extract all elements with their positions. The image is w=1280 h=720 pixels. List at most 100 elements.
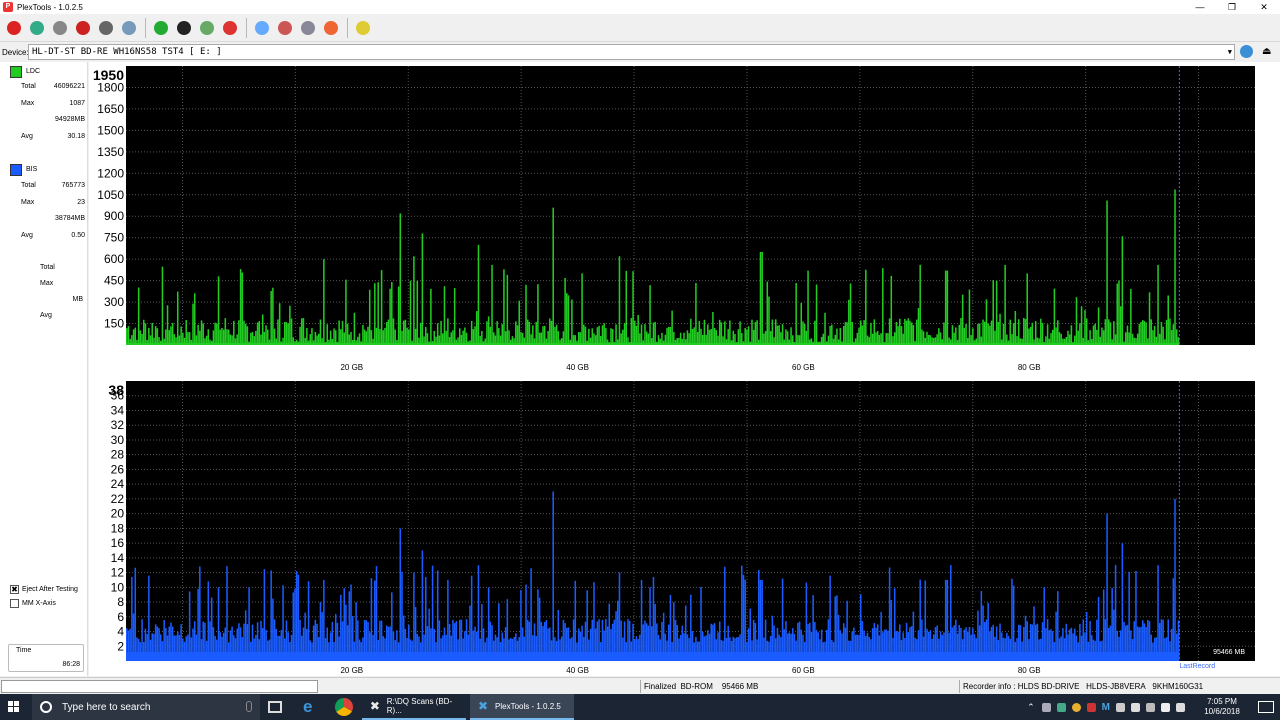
- ldc-bar: [644, 324, 646, 345]
- ldc-bar: [300, 318, 303, 345]
- ldc-bar: [462, 330, 464, 345]
- ldc-bar: [306, 328, 308, 345]
- wand-button[interactable]: [26, 17, 48, 39]
- taskbar-task-explorer[interactable]: ✖ R:\DQ Scans (BD-R)...: [362, 694, 466, 720]
- tray-battery-icon[interactable]: [1131, 702, 1140, 712]
- status-media: BD-ROM: [680, 682, 713, 691]
- ldc-bar: [1152, 330, 1154, 345]
- ldc-bar: [227, 329, 230, 345]
- eject-button[interactable]: [196, 17, 218, 39]
- ldc-bar: [338, 320, 340, 345]
- tray-wifi-icon[interactable]: [1161, 702, 1170, 712]
- settings-disc-button[interactable]: [297, 17, 319, 39]
- ldc-bar: [1094, 323, 1096, 345]
- ldc-bar: [671, 310, 673, 345]
- ldc-bar: [912, 325, 915, 345]
- erase-button[interactable]: [274, 17, 296, 39]
- tray-volume-icon[interactable]: [1176, 702, 1185, 712]
- ldc-max-position: 94928MB: [55, 116, 85, 123]
- bis-bar: [652, 577, 655, 661]
- ldc-label: LDC: [26, 68, 41, 75]
- stop-button[interactable]: [219, 17, 241, 39]
- restore-button[interactable]: ❐: [1216, 0, 1248, 14]
- bis-bar: [210, 597, 213, 661]
- taskbar-task-plextools[interactable]: ✖ PlexTools - 1.0.2.5: [470, 694, 574, 720]
- ldc-bar: [904, 318, 906, 345]
- bis-bar: [272, 598, 274, 661]
- ldc-bar: [863, 320, 865, 345]
- mm-x-axis-checkbox[interactable]: [10, 599, 19, 608]
- power-button[interactable]: [3, 17, 25, 39]
- ldc-bar: [921, 329, 923, 345]
- drive-config-button[interactable]: [118, 17, 140, 39]
- bis-bar: [525, 584, 527, 661]
- ldc-bar: [319, 319, 322, 345]
- ldc-bar: [858, 327, 860, 345]
- tray-m-icon[interactable]: M: [1102, 702, 1110, 713]
- minimize-button[interactable]: —: [1184, 0, 1216, 14]
- toolbar-separator: [246, 17, 247, 38]
- bis-color-swatch[interactable]: [10, 164, 22, 176]
- refresh-button[interactable]: [150, 17, 172, 39]
- drive-button[interactable]: [49, 17, 71, 39]
- tray-network-drive-icon[interactable]: [1041, 702, 1051, 712]
- eject-tray-icon[interactable]: ⏏: [1262, 45, 1274, 58]
- tray-sync-icon[interactable]: [1071, 702, 1081, 712]
- bis-bar: [980, 591, 983, 661]
- ldc-bar: [571, 299, 573, 345]
- blank-disc-icon: [255, 20, 269, 35]
- tray-shield-icon[interactable]: [1056, 702, 1066, 712]
- windows-start-icon[interactable]: [8, 701, 20, 713]
- device-select[interactable]: HL-DT-ST BD-RE WH16NS58 TST4 [ E: ] ▼: [28, 44, 1235, 60]
- settings-disc-icon: [301, 20, 315, 35]
- ldc-bar: [995, 280, 998, 345]
- disc-red-button[interactable]: [72, 17, 94, 39]
- ldc-bar: [399, 213, 402, 345]
- tray-app-icon[interactable]: [1086, 702, 1096, 712]
- ldc-bar: [552, 207, 554, 345]
- microphone-icon[interactable]: [246, 701, 252, 712]
- ldc-bar: [151, 322, 154, 345]
- close-button[interactable]: ✕: [1248, 0, 1280, 14]
- tray-chevron-up-icon[interactable]: ⌃: [1027, 702, 1035, 713]
- taskbar-clock[interactable]: 7:05 PM 10/6/2018: [1192, 697, 1252, 717]
- chrome-browser-icon[interactable]: [335, 698, 353, 716]
- disc-gray-button[interactable]: [95, 17, 117, 39]
- ldc-bar: [895, 322, 898, 345]
- globe-button[interactable]: [173, 17, 195, 39]
- ldc-bar: [766, 281, 769, 345]
- ldc-base-area: [126, 342, 1180, 345]
- bis-bar: [574, 580, 577, 661]
- y-tick-label: 28: [111, 448, 125, 462]
- ldc-color-swatch[interactable]: [10, 66, 22, 78]
- blank-disc-button[interactable]: [251, 17, 273, 39]
- disc-gray-icon: [99, 20, 113, 35]
- eject-after-testing-checkbox[interactable]: ✖: [10, 585, 19, 594]
- time-label: Time: [16, 647, 32, 654]
- ldc-bar: [824, 312, 826, 345]
- ldc-bar: [1004, 264, 1006, 345]
- ldc-bar: [1126, 325, 1129, 345]
- ldc-bar: [1113, 321, 1115, 345]
- action-center-icon[interactable]: [1258, 701, 1274, 713]
- ldc-bar: [239, 269, 242, 345]
- y-tick-label: 1200: [97, 166, 124, 180]
- ldc-bar: [836, 328, 838, 345]
- bis-bar: [399, 528, 402, 661]
- ldc-bar: [472, 329, 475, 345]
- y-tick-label: 1050: [97, 188, 124, 202]
- ldc-bar: [917, 308, 920, 345]
- tray-monitor-icon[interactable]: [1146, 702, 1155, 712]
- plugin-button[interactable]: [320, 17, 342, 39]
- ldc-bar: [737, 329, 740, 345]
- ldc-bar: [180, 326, 182, 345]
- bis-bar: [217, 587, 220, 661]
- refresh-device-icon[interactable]: [1240, 45, 1253, 58]
- chart-button[interactable]: [352, 17, 374, 39]
- tray-usb-icon[interactable]: [1116, 702, 1125, 712]
- task-view-icon[interactable]: [268, 701, 282, 713]
- ldc-bar: [555, 324, 558, 345]
- edge-browser-icon[interactable]: e: [303, 698, 321, 716]
- ldc-bar: [217, 276, 220, 345]
- taskbar-search-box[interactable]: Type here to search: [32, 694, 260, 720]
